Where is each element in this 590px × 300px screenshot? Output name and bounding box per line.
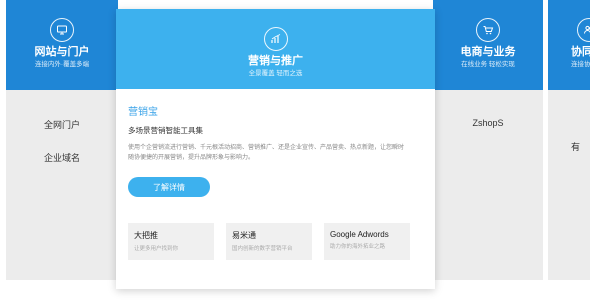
product-card-name: Google Adwords [330,230,389,239]
product-card[interactable]: 易米通 国内创新的数字营销平台 [226,223,312,260]
portal-header[interactable]: 网站与门户 连接内外·覆盖多端 [6,0,118,90]
product-description: 使用个企营销流进行营销、千元根活动招商、营销推广、还是企业宣传、产品营卖、热点新… [128,145,405,161]
column-portal[interactable]: 网站与门户 连接内外·覆盖多端 全网门户 企业域名 [6,0,118,280]
commerce-body: ZshopS [433,90,543,280]
collab-body: 有 [548,90,590,280]
collab-item-link[interactable]: 有 [571,140,590,153]
commerce-subtitle: 在线业务 轻松实现 [461,61,515,68]
column-collab[interactable]: 协同 连接协同 有 [548,0,590,280]
commerce-item-link[interactable]: ZshopS [433,118,543,128]
marketing-subtitle: 全景覆盖 轻而之选 [248,70,303,77]
commerce-header[interactable]: 电商与业务 在线业务 轻松实现 [433,0,543,90]
column-commerce[interactable]: 电商与业务 在线业务 轻松实现 ZshopS [433,0,543,280]
collab-title: 协同 [571,46,590,58]
portal-title: 网站与门户 [34,46,90,58]
product-tagline: 多场景营销智能工具集 [128,126,203,135]
portal-item-link[interactable]: 企业域名 [6,151,118,164]
chart-icon [263,27,288,51]
marketing-card: 营销与推广 全景覆盖 轻而之选 营销宝 多场景营销智能工具集 使用个企营销流进行… [116,9,435,289]
people-icon [577,18,590,42]
product-card-sub: 让更多用户找到你 [134,246,179,252]
monitor-icon [50,18,74,42]
product-card[interactable]: Google Adwords 助力你的海外拓业之路 [324,223,410,260]
portal-item-link[interactable]: 全网门户 [6,118,118,131]
product-list: 大把推 让更多用户找到你 易米通 国内创新的数字营销平台 Google Adwo… [128,223,410,260]
marketing-header[interactable]: 营销与推广 全景覆盖 轻而之选 [116,9,435,89]
product-card-name: 大把推 [134,231,158,240]
marketing-title: 营销与推广 [248,55,303,67]
portal-body: 全网门户 企业域名 [6,90,118,280]
product-card-sub: 助力你的海外拓业之路 [330,244,386,250]
portal-subtitle: 连接内外·覆盖多端 [34,61,90,68]
commerce-title: 电商与业务 [460,46,516,58]
cart-icon [476,18,500,42]
collab-subtitle: 连接协同 [571,61,590,68]
product-card-name: 易米通 [232,231,256,240]
collab-header[interactable]: 协同 连接协同 [548,0,590,90]
product-name[interactable]: 营销宝 [128,103,423,118]
product-card-sub: 国内创新的数字营销平台 [232,246,293,252]
learn-more-button[interactable]: 了解详情 [128,177,210,197]
marketing-body: 营销宝 多场景营销智能工具集 使用个企营销流进行营销、千元根活动招商、营销推广、… [116,89,435,211]
product-card[interactable]: 大把推 让更多用户找到你 [128,223,214,260]
